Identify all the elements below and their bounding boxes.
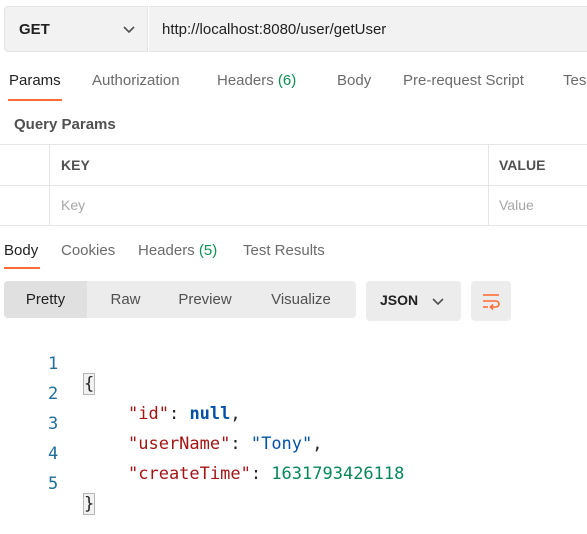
line-number: 5: [48, 474, 59, 494]
key-input[interactable]: Key: [61, 197, 85, 213]
code-line: 3 "userName": "Tony",: [0, 394, 587, 454]
tab-label: Headers: [138, 242, 195, 259]
chevron-down-icon: [432, 298, 444, 306]
method-label: GET: [19, 21, 50, 38]
tab-response-headers[interactable]: Headers (5): [138, 242, 217, 259]
format-raw-button[interactable]: Raw: [87, 281, 164, 318]
tab-label: Authorization: [92, 72, 180, 89]
tab-params[interactable]: Params: [9, 72, 61, 89]
tab-body[interactable]: Body: [337, 72, 371, 89]
code-line: 4 "createTime": 1631793426118: [0, 424, 587, 484]
tab-label: Test Results: [243, 242, 325, 259]
language-select[interactable]: JSON: [366, 281, 461, 321]
column-header-value: VALUE: [499, 157, 546, 173]
wrap-lines-button[interactable]: [471, 281, 511, 321]
tab-count: (6): [277, 72, 297, 89]
format-preview-button[interactable]: Preview: [164, 281, 246, 318]
format-segmented-control: Pretty Raw Preview Visualize: [4, 281, 356, 318]
code-line: 5 }: [0, 454, 587, 515]
tab-pre-request-script[interactable]: Pre-request Script: [403, 72, 524, 89]
active-response-tab-indicator: [4, 267, 40, 269]
table-border-bottom: [0, 225, 587, 226]
code-line: 1 {: [0, 334, 587, 395]
url-input[interactable]: http://localhost:8080/user/getUser: [149, 6, 587, 52]
code-line: 2 "id": null,: [0, 364, 587, 424]
tab-authorization[interactable]: Authorization: [92, 72, 180, 89]
close-brace: }: [82, 493, 96, 515]
wrap-lines-icon: [483, 294, 500, 311]
tab-label: Params: [9, 72, 61, 89]
query-params-title: Query Params: [14, 116, 116, 133]
column-header-key: KEY: [61, 157, 90, 173]
tab-label: Cookies: [61, 242, 116, 259]
tab-tests[interactable]: Tes: [563, 72, 586, 89]
tab-headers[interactable]: Headers (6): [217, 72, 296, 89]
tab-label: Tes: [563, 72, 587, 89]
tab-response-body[interactable]: Body: [4, 242, 38, 259]
format-visualize-button[interactable]: Visualize: [246, 281, 356, 318]
chevron-down-icon: [123, 26, 135, 34]
tab-label: Body: [337, 72, 372, 89]
table-border-top: [0, 144, 587, 145]
method-select[interactable]: GET: [4, 6, 148, 52]
response-tabs: Body Cookies Headers (5) Test Results: [0, 242, 587, 268]
tab-test-results[interactable]: Test Results: [243, 242, 325, 259]
tab-label: Pre-request Script: [403, 72, 524, 89]
url-text: http://localhost:8080/user/getUser: [162, 21, 387, 38]
value-input[interactable]: Value: [499, 197, 534, 213]
table-col-divider: [49, 144, 50, 226]
tab-label: Body: [4, 242, 39, 259]
request-tabs: Params Authorization Headers (6) Body Pr…: [0, 72, 587, 104]
table-col-divider: [488, 144, 489, 226]
tab-cookies[interactable]: Cookies: [61, 242, 115, 259]
tab-count: (5): [198, 242, 218, 259]
request-bar: GET http://localhost:8080/user/getUser: [0, 6, 587, 52]
active-tab-indicator: [8, 99, 62, 101]
table-divider: [0, 185, 587, 186]
format-pretty-button[interactable]: Pretty: [4, 281, 87, 318]
language-label: JSON: [380, 292, 419, 308]
query-params-table: KEY VALUE Key Value: [0, 144, 587, 226]
tab-label: Headers: [217, 72, 274, 89]
